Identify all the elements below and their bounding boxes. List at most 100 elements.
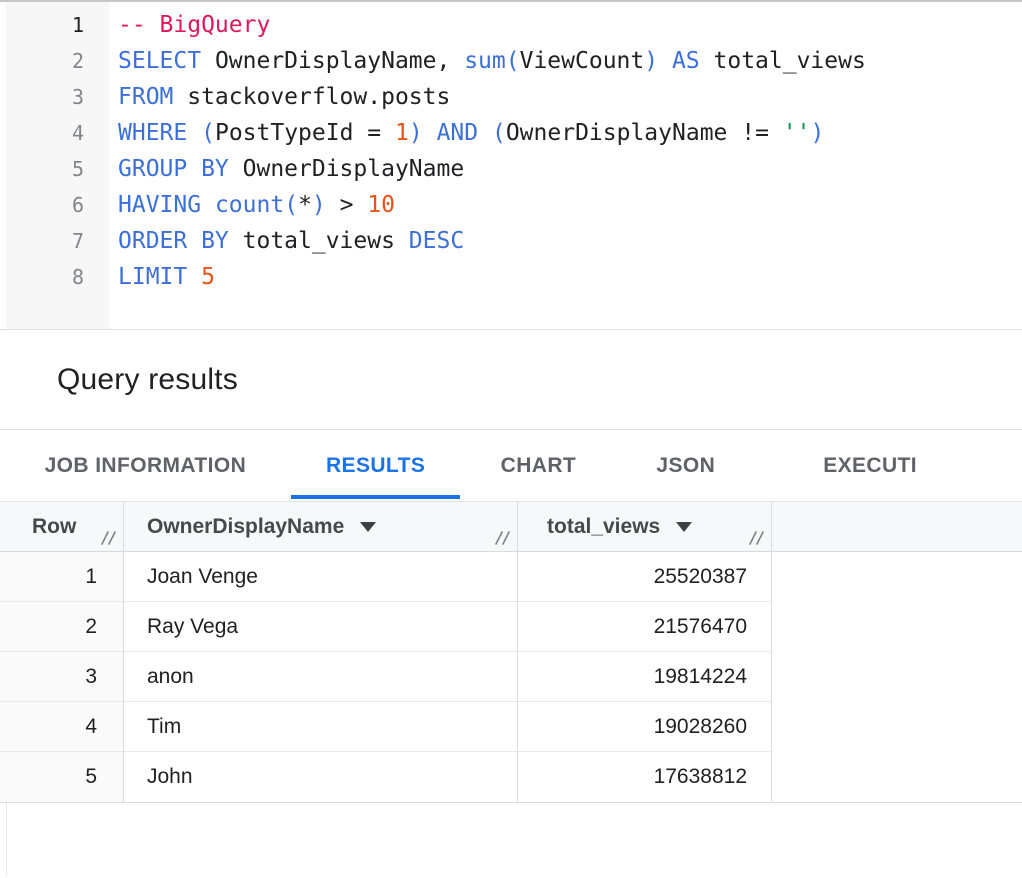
tab-label: JOB INFORMATION	[45, 454, 247, 478]
sql-token-keyword: GROUP BY	[118, 156, 229, 182]
total-views-cell: 19028260	[518, 702, 772, 752]
column-resize-handle[interactable]	[748, 529, 766, 547]
sql-token-keyword: FROM	[118, 84, 173, 110]
sql-token-plain: OwnerDisplayName,	[201, 48, 464, 74]
sql-token-keyword: WHERE	[118, 120, 187, 146]
sql-token-keyword: )	[312, 192, 326, 218]
code-line-2: SELECT OwnerDisplayName, sum(ViewCount) …	[118, 43, 1022, 79]
tab-label: CHART	[501, 454, 577, 478]
column-header-label: OwnerDisplayName	[147, 515, 344, 539]
code-line-4: WHERE (PostTypeId = 1) AND (OwnerDisplay…	[118, 115, 1022, 151]
row-number-cell: 2	[0, 602, 124, 652]
owner-display-name-cell: Joan Venge	[124, 552, 518, 602]
column-header-label: total_views	[547, 515, 660, 539]
table-row: 2Ray Vega21576470	[0, 602, 1022, 652]
line-number: 2	[6, 43, 84, 79]
code-line-5: GROUP BY OwnerDisplayName	[118, 151, 1022, 187]
table-header-filler	[772, 502, 1022, 551]
column-resize-handle[interactable]	[100, 529, 118, 547]
line-number-gutter: 12345678	[6, 2, 110, 329]
code-line-6: HAVING count(*) > 10	[118, 187, 1022, 223]
sql-token-number: 5	[201, 264, 215, 290]
total-views-cell: 21576470	[518, 602, 772, 652]
sql-token-keyword: AS	[672, 48, 700, 74]
row-number-cell: 5	[0, 752, 124, 802]
row-number-cell: 4	[0, 702, 124, 752]
tab-results[interactable]: RESULTS	[291, 430, 461, 501]
tab-executi[interactable]: EXECUTI	[755, 430, 1022, 501]
row-number-cell: 3	[0, 652, 124, 702]
line-number: 1	[6, 7, 84, 43]
table-body: 1Joan Venge255203872Ray Vega215764703ano…	[0, 552, 1022, 803]
sql-token-number: 1	[395, 120, 409, 146]
tab-chart[interactable]: CHART	[460, 430, 616, 501]
line-number: 6	[6, 187, 84, 223]
active-tab-indicator	[291, 495, 461, 499]
column-header-ownerdisplayname[interactable]: OwnerDisplayName	[124, 502, 518, 551]
sql-token-plain: OwnerDisplayName !=	[506, 120, 783, 146]
sql-token-plain	[478, 120, 492, 146]
tab-label: EXECUTI	[823, 454, 917, 478]
line-number: 3	[6, 79, 84, 115]
sql-token-plain: *	[298, 192, 312, 218]
sql-token-keyword: (	[492, 120, 506, 146]
table-row: 4Tim19028260	[0, 702, 1022, 752]
owner-display-name-cell: Tim	[124, 702, 518, 752]
table-row: 1Joan Venge25520387	[0, 552, 1022, 602]
line-number: 5	[6, 151, 84, 187]
sql-token-comment: -- BigQuery	[118, 12, 270, 38]
code-line-8: LIMIT 5	[118, 259, 1022, 295]
sql-token-keyword: )	[409, 120, 423, 146]
sql-token-plain	[423, 120, 437, 146]
row-filler	[772, 602, 1022, 652]
results-tabbar: JOB INFORMATION RESULTS CHART JSON EXECUTI	[0, 430, 1022, 501]
sql-token-plain: total_views	[700, 48, 866, 74]
column-header-row[interactable]: Row	[0, 502, 124, 551]
sql-token-plain: stackoverflow.posts	[173, 84, 450, 110]
sql-token-keyword: (	[506, 48, 520, 74]
panel-edge-line	[6, 803, 7, 876]
sql-token-keyword: LIMIT	[118, 264, 187, 290]
sql-token-plain: >	[326, 192, 368, 218]
query-results-header: Query results	[0, 330, 1022, 430]
page-title: Query results	[57, 363, 238, 397]
code-line-1: -- BigQuery	[118, 7, 1022, 43]
tab-label: RESULTS	[326, 454, 425, 478]
row-filler	[772, 702, 1022, 752]
table-header-row: Row OwnerDisplayName total_views	[0, 501, 1022, 552]
column-resize-handle[interactable]	[494, 529, 512, 547]
sql-token-string: ''	[783, 120, 811, 146]
table-row: 3anon19814224	[0, 652, 1022, 702]
line-number: 7	[6, 223, 84, 259]
tab-json[interactable]: JSON	[616, 430, 755, 501]
sql-token-plain: ViewCount	[520, 48, 645, 74]
sql-code-area[interactable]: -- BigQuery SELECT OwnerDisplayName, sum(…	[110, 2, 1022, 329]
owner-display-name-cell: John	[124, 752, 518, 802]
tab-label: JSON	[656, 454, 715, 478]
sql-token-keyword: AND	[437, 120, 479, 146]
sql-editor[interactable]: 12345678 -- BigQuery SELECT OwnerDisplayN…	[0, 0, 1022, 330]
owner-display-name-cell: Ray Vega	[124, 602, 518, 652]
column-header-total-views[interactable]: total_views	[518, 502, 772, 551]
tab-job-information[interactable]: JOB INFORMATION	[28, 430, 263, 501]
column-header-label: Row	[32, 515, 76, 539]
sql-token-keyword: count	[215, 192, 284, 218]
line-number: 8	[6, 259, 84, 295]
owner-display-name-cell: anon	[124, 652, 518, 702]
sql-token-plain: OwnerDisplayName	[229, 156, 464, 182]
column-dropdown-arrow-icon[interactable]	[360, 522, 376, 532]
column-dropdown-arrow-icon[interactable]	[676, 522, 692, 532]
row-number-cell: 1	[0, 552, 124, 602]
sql-token-plain	[658, 48, 672, 74]
row-filler	[772, 752, 1022, 802]
total-views-cell: 17638812	[518, 752, 772, 802]
sql-token-plain	[187, 120, 201, 146]
table-row: 5John17638812	[0, 752, 1022, 802]
code-line-3: FROM stackoverflow.posts	[118, 79, 1022, 115]
code-line-7: ORDER BY total_views DESC	[118, 223, 1022, 259]
row-filler	[772, 652, 1022, 702]
sql-token-keyword: HAVING	[118, 192, 201, 218]
sql-token-keyword: DESC	[409, 228, 464, 254]
total-views-cell: 19814224	[518, 652, 772, 702]
sql-token-keyword: sum	[464, 48, 506, 74]
